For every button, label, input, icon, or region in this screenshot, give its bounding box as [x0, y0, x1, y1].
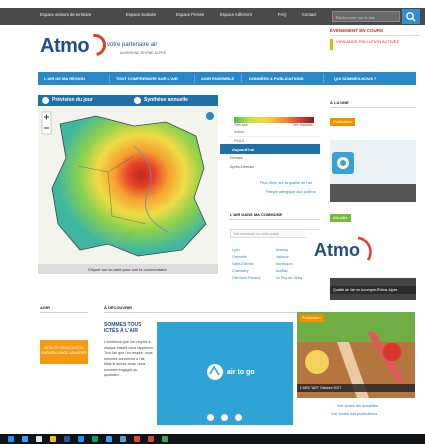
- day-tomorrow[interactable]: Demain: [230, 156, 243, 160]
- city-link[interactable]: Grenoble: [232, 255, 247, 259]
- city-link[interactable]: Le Puy-en-Velay: [276, 276, 302, 280]
- actualite-badge: Actualité: [330, 214, 351, 222]
- sommes-paragraph: L'existence que l'on respire à chaque in…: [104, 340, 154, 377]
- topbar-link-5[interactable]: FAQ: [278, 12, 286, 17]
- svg-text:Atmo: Atmo: [314, 240, 360, 260]
- forecast-icon: [42, 97, 49, 104]
- news-image-card[interactable]: Publication L'ARS "AIR" Octobre 2017: [297, 312, 415, 398]
- news-card-2[interactable]: Qualité de l'air en Auvergne-Rhône-Alpes: [330, 278, 416, 300]
- os-taskbar: [0, 434, 425, 444]
- nav-divider: [323, 74, 324, 83]
- all-publications-link[interactable]: Voir toutes nos publications: [331, 412, 377, 416]
- app-icon[interactable]: [78, 436, 84, 442]
- decouvrir-title: À DÉCOUVRIR: [104, 305, 133, 310]
- city-link[interactable]: Chambéry: [232, 269, 249, 273]
- app-icon[interactable]: [92, 436, 98, 442]
- nav-item-air-region[interactable]: L'AIR DE MA RÉGION: [44, 76, 85, 81]
- pollutant-indice[interactable]: Indice: [230, 128, 320, 137]
- nav-item-qui-sommes[interactable]: QUI SOMMES-NOUS ?: [334, 76, 376, 81]
- pollen-link[interactable]: Risque allergique aux pollens: [266, 190, 316, 194]
- start-icon[interactable]: [8, 436, 14, 442]
- tab-prevision[interactable]: Prévision du jour: [52, 97, 93, 103]
- air-to-go-label: air to go: [227, 369, 255, 376]
- city-link[interactable]: Montluçon: [276, 262, 293, 266]
- city-link[interactable]: Valence: [276, 255, 289, 259]
- a-la-une-divider: [330, 107, 416, 108]
- carousel-dot[interactable]: [221, 414, 228, 421]
- legend-max-label: Très mauvais: [292, 123, 313, 127]
- map-caption: Cliquer sur la carte pour voir le commen…: [38, 264, 218, 274]
- search-input[interactable]: Rechercher sur le site: [332, 11, 400, 22]
- app-icon[interactable]: [134, 436, 140, 442]
- all-news-link[interactable]: Voir toutes les actualités: [337, 404, 378, 408]
- news-card-2-caption: Qualité de l'air en Auvergne-Rhône-Alpes: [330, 286, 416, 294]
- city-link[interactable]: Annecy: [276, 248, 288, 252]
- more-info-link[interactable]: Plus d'info sur la qualité de l'air: [260, 181, 312, 185]
- logo-region: AUVERGNE-RHÔNE-ALPES: [120, 51, 166, 55]
- folder-icon[interactable]: [50, 436, 56, 442]
- app-icon[interactable]: [106, 436, 112, 442]
- news-badge: Publication: [299, 314, 324, 322]
- city-link[interactable]: Aurillac: [276, 269, 288, 273]
- atmo-banner[interactable]: Atmo: [306, 230, 416, 270]
- topbar-link-2[interactable]: Espace Scolaire: [126, 12, 156, 17]
- topbar-link-6[interactable]: Contact: [302, 12, 316, 17]
- camera-illustration: [330, 140, 416, 202]
- sommes-heading: SOMMES TOUS ICTÉS À L'AIR: [104, 322, 142, 334]
- nav-item-agir[interactable]: AGIR ENSEMBLE: [201, 76, 234, 81]
- pollution-map[interactable]: [38, 106, 218, 264]
- alert-title: ÉVÉNEMENT EN COURS: [330, 28, 384, 33]
- app-icon[interactable]: [120, 436, 126, 442]
- map-tabs: Prévision du jour Synthèse annuelle: [38, 95, 218, 106]
- topbar-link-3[interactable]: Espace Presse: [176, 12, 204, 17]
- carousel-dot[interactable]: [235, 414, 242, 421]
- commune-divider: [230, 219, 320, 220]
- alert-divider: [330, 35, 420, 36]
- publication-badge: Publication: [330, 118, 355, 126]
- news-caption: L'ARS "AIR" Octobre 2017: [297, 384, 415, 392]
- atmo-logo-graphic: Atmo: [314, 236, 372, 261]
- carousel-dot[interactable]: [207, 414, 214, 421]
- region-map-graphic: [41, 111, 214, 257]
- top-utility-bar: Espace acteurs de territoire Espace Scol…: [0, 8, 425, 25]
- day-after-tomorrow[interactable]: Après-Demain: [230, 165, 254, 169]
- map-caption-text: Cliquer sur la carte pour voir le commen…: [88, 267, 167, 272]
- city-link[interactable]: Lyon: [232, 248, 240, 252]
- nav-divider: [109, 74, 110, 83]
- adherer-button[interactable]: ATOUTS ASSOCIATION SURVEILLANCE ADHÉRER: [40, 340, 88, 364]
- alert-message[interactable]: VIGILANCE POLLUTION ACTIVÉE: [330, 39, 420, 50]
- synthesis-icon: [134, 97, 141, 104]
- air-to-go-logo: [207, 364, 223, 380]
- app-icon[interactable]: [36, 436, 42, 442]
- nav-divider: [241, 74, 242, 83]
- agir-divider: [40, 312, 88, 313]
- city-link[interactable]: Saint-Étienne: [232, 262, 254, 266]
- tab-synthese[interactable]: Synthèse annuelle: [144, 97, 188, 103]
- nav-item-comprendre[interactable]: TOUT COMPRENDRE SUR L'AIR: [116, 76, 178, 81]
- publication-card-image[interactable]: [330, 140, 416, 202]
- main-nav: L'AIR DE MA RÉGION TOUT COMPRENDRE SUR L…: [38, 72, 416, 85]
- nav-divider: [194, 74, 195, 83]
- site-header: Atmo votre partenaire air AUVERGNE-RHÔNE…: [0, 25, 425, 68]
- app-icon[interactable]: [22, 436, 28, 442]
- search-button[interactable]: [402, 9, 420, 24]
- nav-item-donnees[interactable]: DONNÉES & PUBLICATIONS: [249, 76, 304, 81]
- legend-min-label: Très bon: [234, 123, 248, 127]
- app-icon[interactable]: [64, 436, 70, 442]
- commune-title: L'AIR DANS MA COMMUNE: [230, 212, 283, 217]
- air-to-go-banner[interactable]: air to go: [157, 322, 293, 425]
- logo[interactable]: Atmo: [40, 35, 90, 58]
- topbar-link-1[interactable]: Espace acteurs de territoire: [40, 12, 91, 17]
- chrome-icon[interactable]: [162, 436, 168, 442]
- logo-tagline: votre partenaire air: [107, 42, 158, 48]
- app-icon[interactable]: [148, 436, 154, 442]
- city-link[interactable]: Clermont-Ferrand: [232, 276, 260, 280]
- day-today: Aujourd'hui: [232, 147, 255, 152]
- agir-title: AGIR: [40, 305, 50, 310]
- a-la-une-title: À LA UNE: [330, 100, 349, 105]
- topbar-link-4[interactable]: Espace Adhérent: [220, 12, 252, 17]
- search-icon: [406, 12, 416, 22]
- day-selector-active[interactable]: Aujourd'hui: [220, 144, 320, 154]
- decouvrir-divider: [104, 312, 314, 313]
